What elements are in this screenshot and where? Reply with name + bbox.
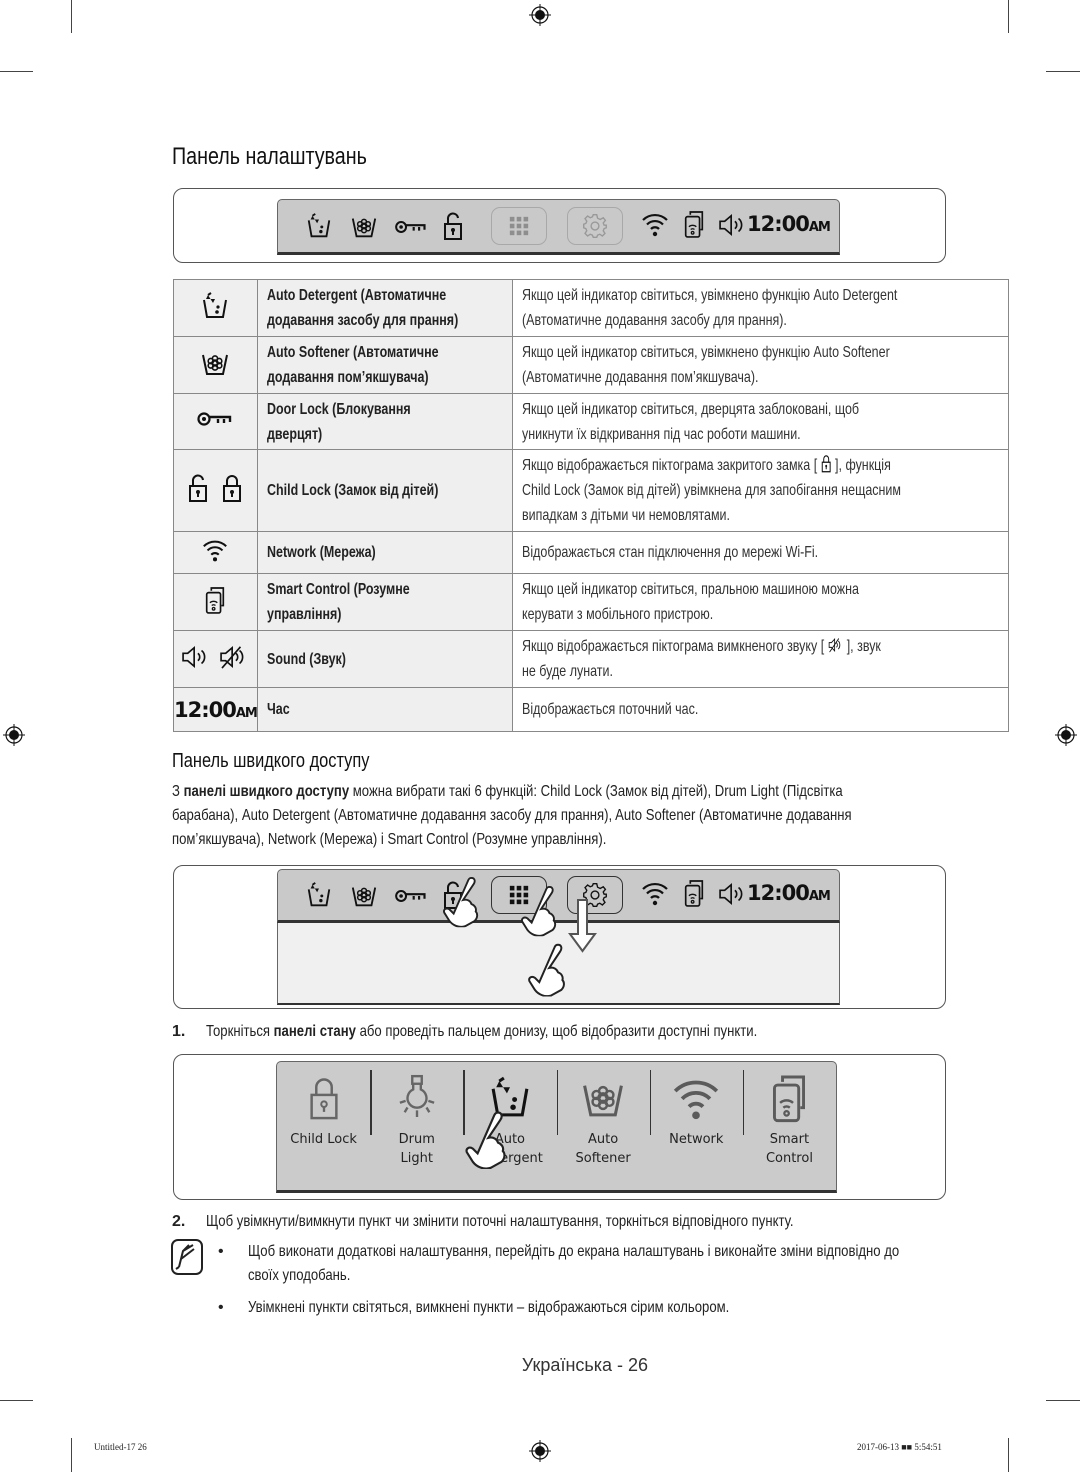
network-icon — [670, 1072, 722, 1124]
quick-panel: Child Lock Drum Light Auto Detergent Auto S… — [276, 1061, 837, 1193]
child-lock-open-icon — [187, 473, 209, 503]
quick-item-drum-light[interactable]: Drum Light — [370, 1062, 463, 1190]
auto-softener-icon — [350, 212, 378, 240]
quick-item-auto-softener[interactable]: Auto Softener — [556, 1062, 650, 1190]
page-title: Панель налаштувань — [172, 143, 367, 170]
table-row: 12:00AM Час Відображається поточний час. — [173, 687, 1009, 732]
crop-mark — [71, 1438, 72, 1472]
tap-hand-icon — [518, 880, 560, 940]
sound-off-icon — [828, 637, 844, 653]
quick-item-network[interactable]: Network — [649, 1062, 743, 1190]
status-bar[interactable]: 12:00AM — [277, 199, 840, 255]
sound-off-icon — [218, 645, 250, 669]
smart-control-icon — [682, 209, 706, 239]
registration-mark-icon — [529, 4, 551, 26]
wifi-icon — [201, 536, 229, 564]
step-2: 2. Щоб увімкнути/вимкнути пункт чи зміни… — [172, 1213, 794, 1230]
clock-display: 12:00AM — [747, 881, 831, 905]
smart-control-icon — [768, 1072, 810, 1124]
door-lock-icon — [196, 409, 234, 429]
child-lock-icon — [309, 1078, 338, 1120]
smart-control-icon — [682, 878, 706, 908]
table-row: Sound (Звук) Якщо відображається піктогр… — [173, 630, 1009, 688]
table-row: Auto Detergent (Автоматичне додавання зас… — [173, 279, 1009, 337]
door-lock-icon — [394, 218, 428, 236]
grid-icon — [508, 215, 530, 237]
page-footer-label: Українська - 26 — [521, 1355, 649, 1375]
registration-mark-icon — [529, 1440, 551, 1462]
quick-item-label: Drum Light — [398, 1132, 435, 1166]
table-row: Auto Softener (Автоматичне додавання пом’… — [173, 336, 1009, 394]
crop-mark — [0, 1400, 33, 1401]
gear-icon — [582, 213, 608, 239]
crop-mark — [1046, 71, 1080, 72]
sound-on-icon — [717, 213, 749, 237]
crop-mark — [71, 0, 72, 33]
crop-mark — [1046, 1400, 1080, 1401]
drum-light-icon — [398, 1072, 436, 1124]
door-lock-icon — [394, 887, 428, 905]
quick-item-label: Auto Softener — [575, 1132, 631, 1166]
smart-control-icon — [203, 585, 227, 615]
clock-display: 12:00AM — [174, 697, 258, 722]
table-row: Smart Control (Розумне управління) Якщо ц… — [173, 573, 1009, 631]
indicator-table: Auto Detergent (Автоматичне додавання зас… — [173, 279, 1009, 732]
note-icon — [171, 1239, 203, 1275]
quick-item-smart-control[interactable]: Smart Control — [742, 1062, 836, 1190]
print-slug-left: Untitled-17 26 — [94, 1442, 147, 1452]
auto-softener-icon — [580, 1072, 626, 1124]
print-slug-right: 2017-06-13 ■■ 5:54:51 — [857, 1442, 942, 1452]
wifi-icon — [640, 209, 670, 239]
intro-paragraph: З панелі швидкого доступу можна вибрати … — [172, 783, 852, 848]
table-row: Network (Мережа) Відображається стан під… — [173, 531, 1009, 574]
clock-display: 12:00AM — [747, 212, 831, 236]
wifi-icon — [640, 878, 670, 908]
settings-button[interactable] — [567, 207, 623, 245]
note-item: • Щоб виконати додаткові налаштування, п… — [218, 1243, 900, 1284]
step-1: 1. Торкніться панелі стану або проведіть… — [172, 1023, 758, 1040]
table-row: Child Lock (Замок від дітей) Якщо відобр… — [173, 449, 1009, 532]
auto-softener-icon — [200, 348, 230, 378]
section-title: Панель швидкого доступу — [172, 750, 370, 772]
crop-mark — [0, 71, 33, 72]
quick-item-label: Smart Control — [765, 1132, 813, 1166]
quick-panel-grid-button[interactable] — [491, 207, 547, 245]
registration-mark-icon — [1055, 724, 1077, 746]
child-lock-closed-icon — [821, 454, 832, 473]
table-row: Door Lock (Блокування дверцят) Якщо цей і… — [173, 393, 1009, 450]
sound-on-icon — [180, 645, 212, 669]
auto-detergent-icon — [305, 881, 333, 909]
quick-item-label: Network — [669, 1132, 724, 1147]
registration-mark-icon — [3, 724, 25, 746]
note-item: • Увімкнені пункти світяться, вимкнені п… — [218, 1299, 730, 1316]
auto-softener-icon — [350, 881, 378, 909]
tap-hand-icon — [440, 868, 482, 934]
tap-hand-icon — [462, 1108, 510, 1170]
swipe-down-arrow-icon — [568, 899, 597, 953]
child-lock-open-icon — [442, 211, 464, 241]
auto-detergent-icon — [305, 212, 333, 240]
crop-mark — [1008, 0, 1009, 33]
sound-on-icon — [717, 882, 749, 906]
child-lock-closed-icon — [221, 473, 243, 503]
auto-detergent-icon — [200, 291, 230, 321]
swipe-hand-icon — [525, 938, 569, 1000]
quick-item-child-lock[interactable]: Child Lock — [277, 1062, 370, 1190]
quick-item-label: Child Lock — [290, 1132, 357, 1147]
crop-mark — [1008, 1438, 1009, 1472]
note-list: • Щоб виконати додаткові налаштування, п… — [218, 1240, 1042, 1320]
